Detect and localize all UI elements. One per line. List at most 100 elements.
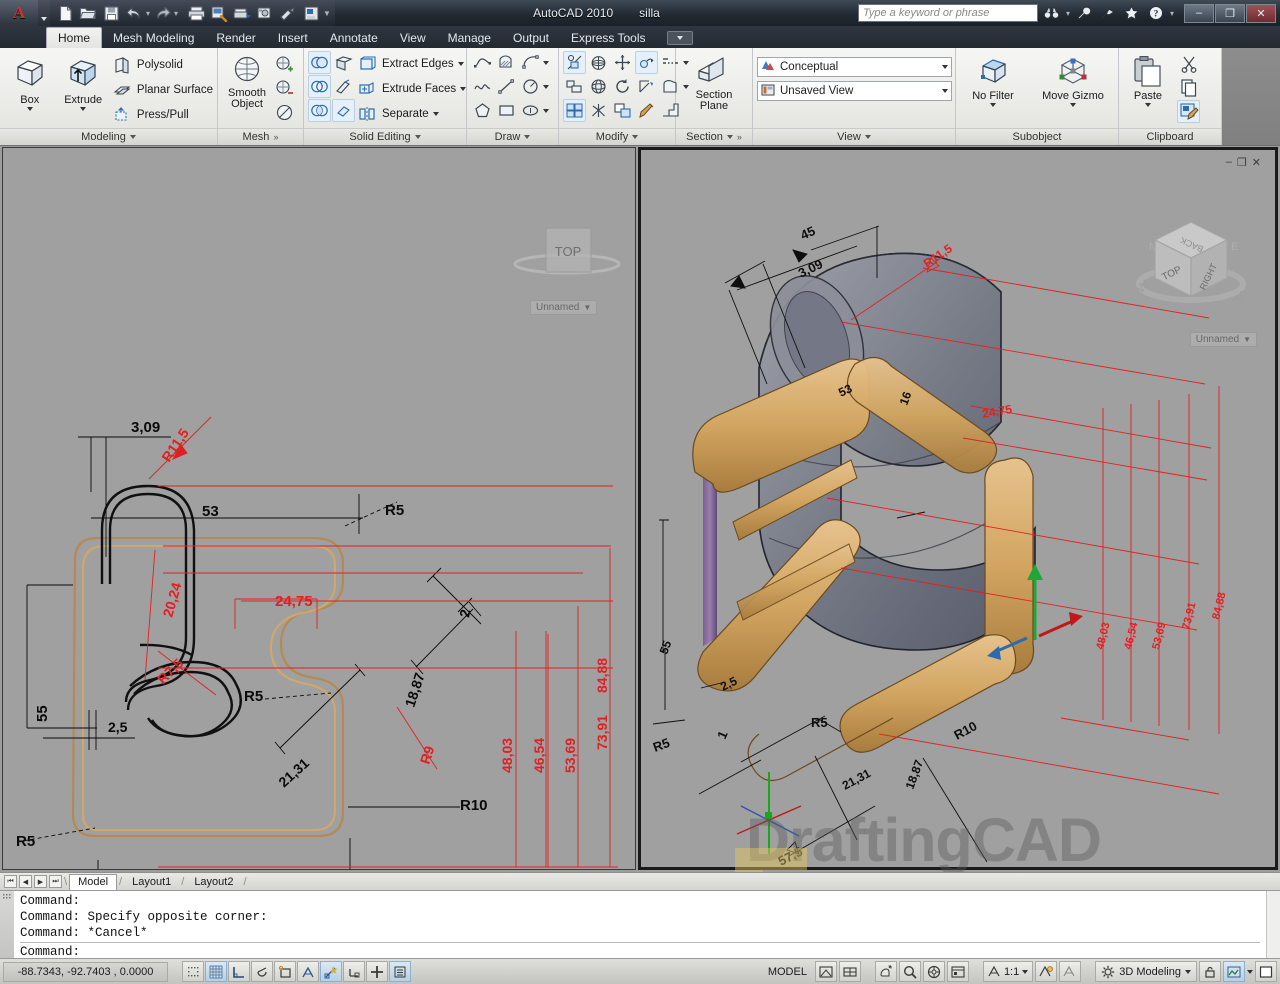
smooth-object-button[interactable]: Smooth Object: [222, 51, 272, 110]
plot-preview-icon[interactable]: [208, 2, 230, 24]
dynamic-input-icon[interactable]: [366, 961, 388, 982]
steering-wheel-icon[interactable]: [922, 961, 945, 982]
tab-manage[interactable]: Manage: [437, 27, 502, 48]
refine-mesh-icon[interactable]: [273, 101, 296, 124]
copy-face-icon[interactable]: [611, 99, 634, 122]
command-scrollbar[interactable]: [1266, 891, 1280, 958]
ellipse-icon[interactable]: [519, 99, 542, 122]
redo-dropdown[interactable]: ▾: [174, 9, 178, 18]
planar-surface-button[interactable]: Planar Surface: [111, 78, 213, 102]
visual-style-combo[interactable]: Conceptual: [757, 57, 952, 77]
undo-icon[interactable]: [123, 2, 145, 24]
question-icon[interactable]: ?: [1146, 3, 1166, 23]
drawing-area[interactable]: 3,09 53 55 2,5 57,5 R5 R5 R5 R10 2 21,31…: [0, 145, 1280, 872]
render-save-icon[interactable]: [300, 2, 322, 24]
workspace-switcher[interactable]: 3D Modeling: [1095, 961, 1197, 982]
wrench-icon[interactable]: [1074, 3, 1094, 23]
match-properties-icon[interactable]: [635, 99, 658, 122]
extrude-face-icon[interactable]: [332, 51, 355, 74]
tab-render[interactable]: Render: [205, 27, 266, 48]
tab-view[interactable]: View: [389, 27, 437, 48]
separate-button[interactable]: Separate: [356, 102, 466, 126]
search-input[interactable]: Type a keyword or phrase: [857, 4, 1038, 22]
intersect-icon[interactable]: [308, 99, 331, 122]
polar-tracking-icon[interactable]: [251, 961, 273, 982]
next-layout-button[interactable]: ▶: [34, 875, 47, 888]
object-snap-icon[interactable]: [274, 961, 296, 982]
satellite-icon[interactable]: [1098, 3, 1118, 23]
close-button[interactable]: ✕: [1246, 3, 1276, 23]
plot-icon[interactable]: [185, 2, 207, 24]
cut-icon[interactable]: [1177, 52, 1200, 75]
taper-face-icon[interactable]: [332, 75, 355, 98]
redo-icon[interactable]: [151, 2, 173, 24]
extract-edges-button[interactable]: Extract Edges: [356, 52, 466, 76]
layout-tab-model[interactable]: Model: [69, 873, 118, 890]
publish-icon[interactable]: [277, 2, 299, 24]
layout-tab-layout1[interactable]: Layout1: [124, 874, 179, 890]
search-dropdown[interactable]: ▾: [1066, 9, 1070, 18]
3d-osnap-icon[interactable]: [297, 961, 319, 982]
extrude-dropdown-icon[interactable]: [80, 107, 87, 111]
rectangle-icon[interactable]: [495, 99, 518, 122]
fillet-icon[interactable]: [635, 51, 658, 74]
infer-constraints-icon[interactable]: [182, 961, 204, 982]
new-icon[interactable]: [54, 2, 76, 24]
panel-title-draw[interactable]: Draw: [467, 128, 558, 145]
restore-button[interactable]: ❐: [1215, 3, 1245, 23]
smooth-more-icon[interactable]: [273, 53, 296, 76]
coordinates-display[interactable]: -88.7343, -92.7403 , 0.0000: [3, 961, 168, 982]
application-menu-button[interactable]: A: [0, 0, 38, 26]
left-viewport-visual-style-tag[interactable]: Unnamed ▼: [530, 300, 598, 315]
space-label[interactable]: MODEL: [762, 966, 813, 978]
viewport-minimize-button[interactable]: –: [1226, 156, 1232, 169]
line-icon[interactable]: [495, 75, 518, 98]
3d-rotate-icon[interactable]: [587, 75, 610, 98]
chevron-down-icon[interactable]: [942, 65, 948, 69]
layout-icon[interactable]: [814, 961, 837, 982]
status-menu-icon[interactable]: [1223, 961, 1245, 982]
showmotion-icon[interactable]: [946, 961, 969, 982]
lineweight-icon[interactable]: [389, 961, 411, 982]
3d-move-icon[interactable]: [587, 51, 610, 74]
ellipse-dropdown-icon[interactable]: [543, 108, 549, 113]
viewport-top-view[interactable]: 3,09 53 55 2,5 57,5 R5 R5 R5 R10 2 21,31…: [2, 147, 636, 870]
extrude-button[interactable]: Extrude: [57, 51, 108, 111]
3d-scale-icon[interactable]: [635, 75, 658, 98]
save-icon[interactable]: [100, 2, 122, 24]
lock-icon[interactable]: [1199, 961, 1221, 982]
annotation-scale-control[interactable]: 1:1: [982, 961, 1034, 982]
extrude-faces-dropdown-icon[interactable]: [460, 87, 467, 91]
otrack-icon[interactable]: [320, 961, 342, 982]
polysolid-button[interactable]: Polysolid: [111, 53, 213, 77]
panel-expand-icon[interactable]: »: [273, 132, 278, 142]
panel-expand-icon[interactable]: »: [737, 132, 742, 142]
panel-title-solid-editing[interactable]: Solid Editing: [304, 128, 466, 145]
panel-title-modify[interactable]: Modify: [559, 128, 675, 145]
annotation-visibility-icon[interactable]: [1035, 961, 1058, 982]
right-viewport-visual-style-tag[interactable]: Unnamed ▼: [1189, 332, 1257, 347]
smooth-less-icon[interactable]: [273, 77, 296, 100]
clean-icon[interactable]: [332, 99, 355, 122]
named-view-combo[interactable]: Unsaved View: [757, 81, 952, 101]
undo-dropdown[interactable]: ▾: [146, 9, 150, 18]
move-gizmo-dropdown-icon[interactable]: [1070, 103, 1076, 107]
quickview-layouts-icon[interactable]: [838, 961, 861, 982]
command-prompt[interactable]: Command:: [20, 944, 1260, 960]
extract-edges-dropdown-icon[interactable]: [457, 62, 464, 66]
circle-dropdown-icon[interactable]: [543, 84, 549, 89]
binoculars-icon[interactable]: [1042, 3, 1062, 23]
chevron-down-icon[interactable]: [1247, 969, 1253, 974]
auto-scale-icon[interactable]: [1059, 961, 1082, 982]
tab-express-tools[interactable]: Express Tools: [560, 27, 656, 48]
polygon-icon[interactable]: [471, 99, 494, 122]
copy-icon[interactable]: [1177, 76, 1200, 99]
help-dropdown[interactable]: ▾: [1170, 9, 1174, 18]
star-icon[interactable]: [1122, 3, 1142, 23]
panel-title-modeling[interactable]: Modeling: [0, 128, 217, 145]
viewport-restore-button[interactable]: ❐: [1237, 156, 1247, 169]
open-icon[interactable]: [77, 2, 99, 24]
viewport-close-button[interactable]: ✕: [1252, 156, 1261, 169]
viewport-3d-isometric[interactable]: 3,09 45 53 55 2,5 R5 1 R5 21,31 16 18,87…: [638, 147, 1278, 872]
command-window[interactable]: Command: Command: Specify opposite corne…: [0, 890, 1280, 960]
